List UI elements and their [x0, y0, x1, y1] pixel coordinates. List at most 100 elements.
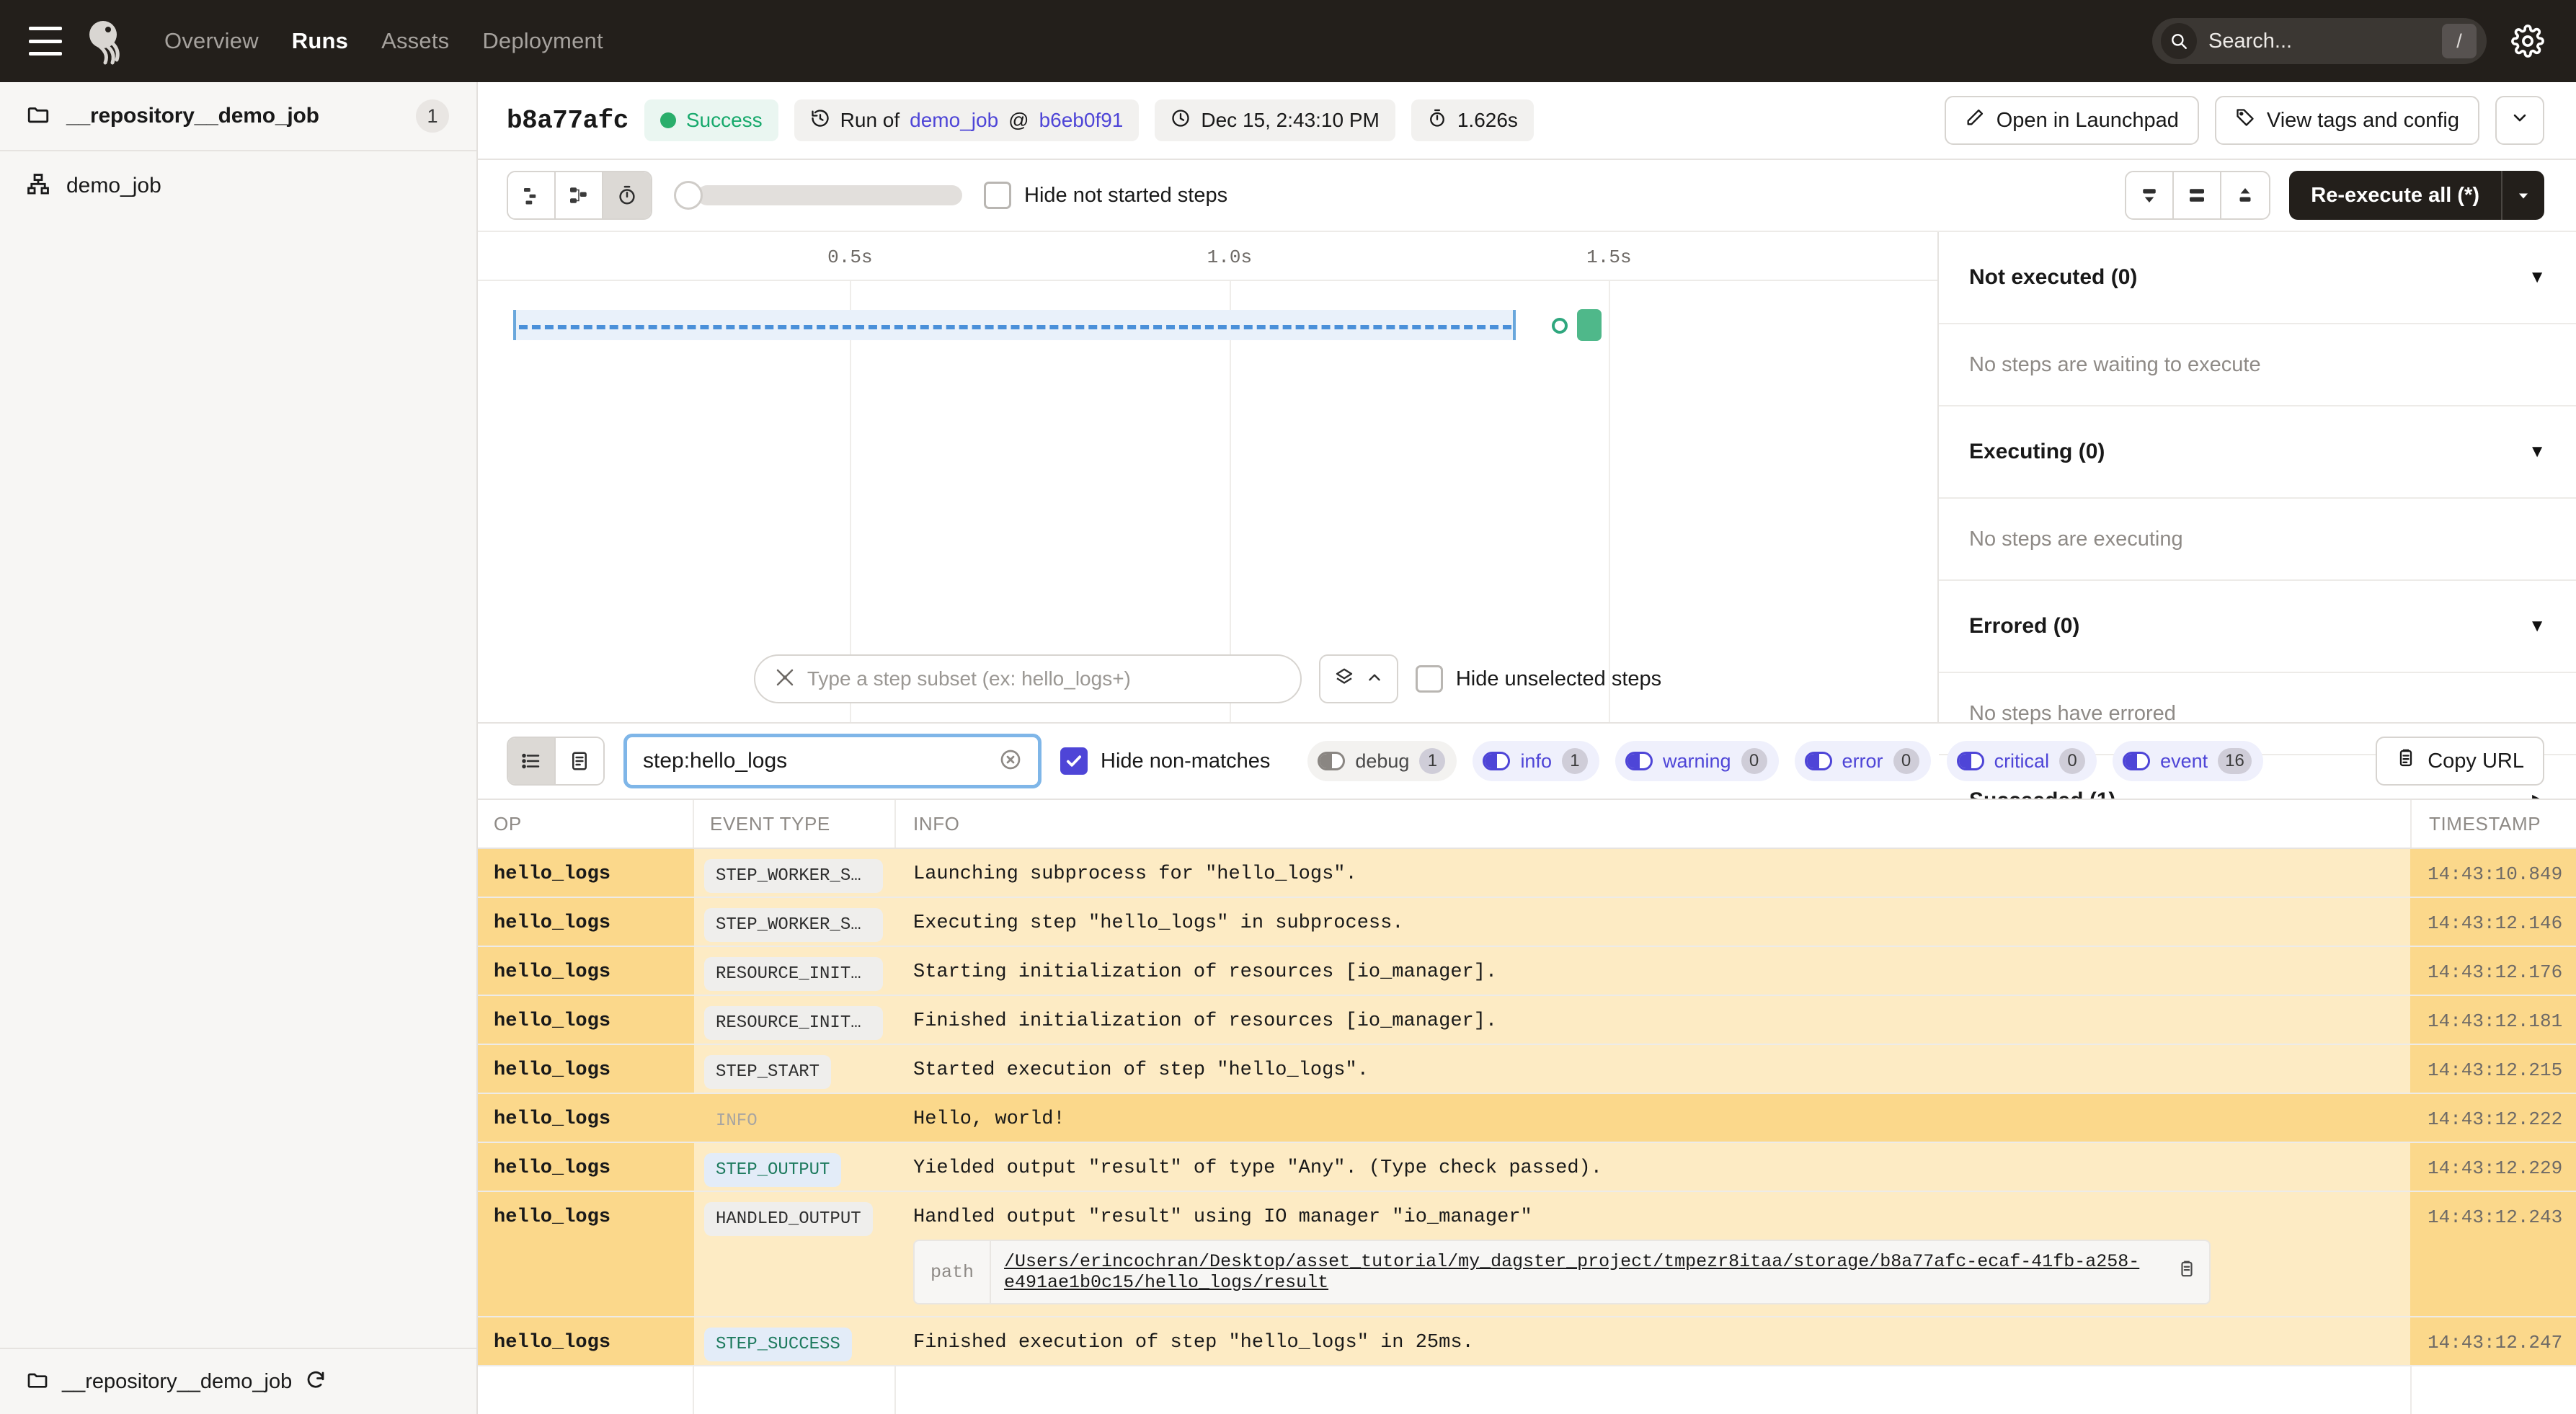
table-row[interactable]: hello_logs RESOURCE_INIT_SUCC… Finished … [478, 996, 2576, 1045]
chevron-down-icon[interactable]: ▼ [2528, 267, 2546, 288]
re-execute-all-label: Re-execute all (*) [2289, 171, 2502, 220]
log-level-toggle-debug[interactable]: debug 1 [1307, 741, 1457, 781]
log-level-toggle-critical[interactable]: critical 0 [1946, 741, 2097, 781]
hide-non-matches-checkbox[interactable]: Hide non-matches [1060, 747, 1270, 775]
log-info-cell: Started execution of step "hello_logs". [896, 1045, 2410, 1093]
dagster-logo-icon [84, 17, 133, 66]
hide-not-started-steps-checkbox[interactable]: Hide not started steps [984, 182, 1227, 209]
gantt-area: 0.5s 1.0s 1.5s Type a step subset (ex: h… [478, 232, 2576, 848]
view-tags-and-config-button[interactable]: View tags and config [2214, 96, 2479, 145]
hide-non-matches-label: Hide non-matches [1101, 749, 1271, 773]
caret-down-icon[interactable] [2502, 171, 2544, 220]
nav-link-assets[interactable]: Assets [381, 28, 449, 54]
nav-link-runs[interactable]: Runs [292, 28, 348, 54]
gantt-zoom-slider-thumb[interactable] [674, 181, 703, 210]
status-section-title: Executing (0) [1969, 440, 2105, 463]
table-row[interactable]: hello_logs STEP_WORKER_STARTED Executing… [478, 898, 2576, 947]
logs-view-list-icon[interactable] [508, 738, 556, 784]
main-nav-links: Overview Runs Assets Deployment [164, 28, 603, 54]
log-level-toggle-event[interactable]: event 16 [2113, 741, 2263, 781]
log-timestamp: 14:43:12.176 [2410, 947, 2576, 995]
log-info-cell: Finished initialization of resources [io… [896, 996, 2410, 1044]
open-in-launchpad-button[interactable]: Open in Launchpad [1944, 96, 2199, 145]
run-snapshot-link[interactable]: b6eb0f91 [1039, 109, 1124, 132]
nav-link-overview[interactable]: Overview [164, 28, 259, 54]
log-event-type-cell: RESOURCE_INIT_STAR… [694, 947, 896, 995]
gantt-step-success-block[interactable] [1576, 309, 1602, 341]
table-row[interactable]: hello_logs INFO Hello, world! 14:43:12.2… [478, 1094, 2576, 1143]
run-job-link[interactable]: demo_job [910, 109, 998, 132]
table-row[interactable]: hello_logs STEP_WORKER_STARTI… Launching… [478, 849, 2576, 898]
folder-icon [26, 1369, 49, 1395]
log-info-text: Starting initialization of resources [io… [913, 961, 1498, 983]
sidebar-repository-row[interactable]: __repository__demo_job 1 [0, 82, 476, 151]
global-search-input[interactable]: Search... / [2152, 18, 2487, 64]
table-row[interactable]: hello_logs STEP_OUTPUT Yielded output "r… [478, 1143, 2576, 1192]
log-level-label: critical [1994, 750, 2050, 772]
log-timestamp: 14:43:10.849 [2410, 849, 2576, 897]
clear-circle-icon[interactable] [999, 748, 1022, 775]
collapse-all-icon[interactable] [2126, 172, 2175, 218]
log-info-cell: Finished execution of step "hello_logs" … [896, 1317, 2410, 1365]
expand-rows-icon[interactable] [2174, 172, 2222, 218]
log-event-type-cell: RESOURCE_INIT_SUCC… [694, 996, 896, 1044]
logs-view-structured-icon[interactable] [556, 738, 603, 784]
status-section-header-executing[interactable]: Executing (0) ▼ [1939, 406, 2576, 499]
log-event-type-cell: INFO [694, 1094, 896, 1142]
status-section-header-not-executed[interactable]: Not executed (0) ▼ [1939, 232, 2576, 324]
view-toggle-list-icon[interactable] [508, 172, 556, 218]
expand-up-icon[interactable] [2221, 172, 2270, 218]
nav-link-deployment[interactable]: Deployment [482, 28, 603, 54]
clipboard-icon[interactable] [2177, 1260, 2196, 1284]
gear-icon[interactable] [2511, 25, 2544, 58]
chevron-down-icon[interactable]: ▼ [2528, 442, 2546, 462]
gantt-zoom-slider[interactable] [674, 181, 962, 210]
axis-tick-label: 1.0s [1207, 246, 1253, 268]
run-timestamp-label: Dec 15, 2:43:10 PM [1201, 109, 1380, 131]
log-timestamp: 14:43:12.181 [2410, 996, 2576, 1044]
log-info-cell: Yielded output "result" of type "Any". (… [896, 1143, 2410, 1191]
copy-url-button[interactable]: Copy URL [2376, 737, 2544, 786]
sidebar-footer[interactable]: __repository__demo_job [0, 1348, 476, 1414]
sidebar-item-demo-job[interactable]: demo_job [0, 151, 476, 221]
re-execute-all-button[interactable]: Re-execute all (*) [2289, 171, 2544, 220]
log-info-cell: Executing step "hello_logs" in subproces… [896, 898, 2410, 946]
hamburger-menu-icon[interactable] [29, 27, 62, 55]
filler-type [694, 1366, 896, 1414]
log-op-name: hello_logs [478, 1317, 694, 1365]
hide-unselected-steps-checkbox[interactable]: Hide unselected steps [1415, 665, 1661, 693]
table-row[interactable]: hello_logs HANDLED_OUTPUT Handled output… [478, 1192, 2576, 1317]
gantt-zoom-slider-track[interactable] [697, 185, 962, 205]
log-op-name: hello_logs [478, 1143, 694, 1191]
log-level-toggle-warning[interactable]: warning 0 [1615, 741, 1779, 781]
status-section-header-errored[interactable]: Errored (0) ▼ [1939, 581, 2576, 673]
log-info-cell: Launching subprocess for "hello_logs". [896, 849, 2410, 897]
event-type-badge: STEP_WORKER_STARTED [704, 908, 883, 942]
step-subset-input[interactable]: Type a step subset (ex: hello_logs+) [753, 654, 1302, 703]
pencil-icon [1965, 107, 1985, 133]
logs-toolbar: step:hello_logs Hide non-matches debug 1… [478, 724, 2576, 800]
logs-filter-input[interactable]: step:hello_logs [623, 734, 1041, 788]
toggle-switch-icon [2123, 752, 2151, 770]
run-more-actions-button[interactable] [2495, 96, 2544, 145]
metadata-path-link[interactable]: /Users/erincochran/Desktop/asset_tutoria… [1004, 1251, 2166, 1293]
log-event-type-cell: HANDLED_OUTPUT [694, 1192, 896, 1316]
logs-table-filler [478, 1366, 2576, 1414]
step-subset-layers-button[interactable] [1318, 654, 1398, 703]
log-level-toggle-info[interactable]: info 1 [1473, 741, 1599, 781]
sidebar-job-label: demo_job [66, 174, 161, 197]
table-row[interactable]: hello_logs STEP_START Started execution … [478, 1045, 2576, 1094]
table-row[interactable]: hello_logs STEP_SUCCESS Finished executi… [478, 1317, 2576, 1366]
timer-icon [1427, 108, 1447, 133]
log-info-text: Launching subprocess for "hello_logs". [913, 863, 1357, 885]
view-toggle-timing-icon[interactable] [603, 172, 651, 218]
reload-icon[interactable] [305, 1369, 327, 1395]
view-toggle-graph-icon[interactable] [556, 172, 603, 218]
table-row[interactable]: hello_logs RESOURCE_INIT_STAR… Starting … [478, 947, 2576, 996]
chevron-down-icon[interactable]: ▼ [2528, 616, 2546, 636]
log-level-toggle-error[interactable]: error 0 [1794, 741, 1931, 781]
filler-op [478, 1366, 694, 1414]
logs-toolbar-right-group: Copy URL [2376, 737, 2544, 786]
metadata-value: /Users/erincochran/Desktop/asset_tutoria… [991, 1241, 2209, 1303]
run-header-bar: b8a77afc Success Run of demo_job @ b6eb0… [478, 82, 2576, 160]
